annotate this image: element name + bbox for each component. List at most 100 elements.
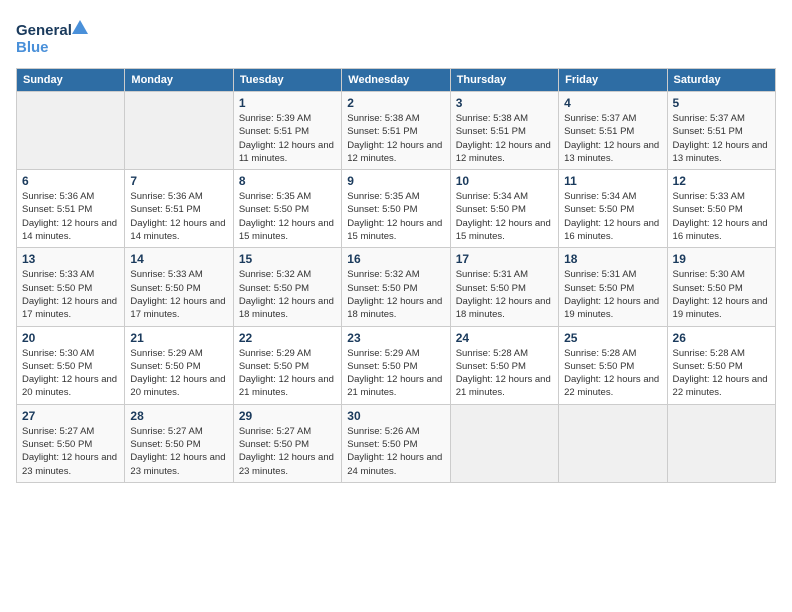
page-header: General Blue — [16, 16, 776, 60]
day-number: 25 — [564, 331, 661, 345]
day-number: 18 — [564, 252, 661, 266]
day-number: 29 — [239, 409, 336, 423]
day-sun-info: Sunrise: 5:37 AMSunset: 5:51 PMDaylight:… — [673, 112, 770, 165]
day-sun-info: Sunrise: 5:28 AMSunset: 5:50 PMDaylight:… — [673, 347, 770, 400]
calendar-day-cell: 25 Sunrise: 5:28 AMSunset: 5:50 PMDayligh… — [559, 326, 667, 404]
day-sun-info: Sunrise: 5:27 AMSunset: 5:50 PMDaylight:… — [22, 425, 119, 478]
day-sun-info: Sunrise: 5:39 AMSunset: 5:51 PMDaylight:… — [239, 112, 336, 165]
calendar-day-cell: 5 Sunrise: 5:37 AMSunset: 5:51 PMDaylight… — [667, 92, 775, 170]
calendar-day-cell: 2Sunrise: 5:38 AMSunset: 5:51 PMDaylight… — [342, 92, 450, 170]
day-sun-info: Sunrise: 5:36 AMSunset: 5:51 PMDaylight:… — [22, 190, 119, 243]
day-number: 5 — [673, 96, 770, 110]
svg-text:Blue: Blue — [16, 39, 49, 56]
day-sun-info: Sunrise: 5:31 AMSunset: 5:50 PMDaylight:… — [564, 268, 661, 321]
day-number: 8 — [239, 174, 336, 188]
calendar-day-cell: 27 Sunrise: 5:27 AMSunset: 5:50 PMDayligh… — [17, 404, 125, 482]
calendar-day-cell: 4Sunrise: 5:37 AMSunset: 5:51 PMDaylight… — [559, 92, 667, 170]
day-sun-info: Sunrise: 5:35 AMSunset: 5:50 PMDaylight:… — [239, 190, 336, 243]
calendar-day-cell: 13 Sunrise: 5:33 AMSunset: 5:50 PMDayligh… — [17, 248, 125, 326]
day-of-week-header: Saturday — [667, 69, 775, 92]
day-number: 30 — [347, 409, 444, 423]
day-sun-info: Sunrise: 5:35 AMSunset: 5:50 PMDaylight:… — [347, 190, 444, 243]
day-of-week-header: Monday — [125, 69, 233, 92]
calendar-week-row: 27 Sunrise: 5:27 AMSunset: 5:50 PMDayligh… — [17, 404, 776, 482]
day-number: 14 — [130, 252, 227, 266]
calendar-day-cell: 29 Sunrise: 5:27 AMSunset: 5:50 PMDayligh… — [233, 404, 341, 482]
day-number: 16 — [347, 252, 444, 266]
day-sun-info: Sunrise: 5:32 AMSunset: 5:50 PMDaylight:… — [347, 268, 444, 321]
calendar-table: SundayMondayTuesdayWednesdayThursdayFrid… — [16, 68, 776, 483]
day-number: 23 — [347, 331, 444, 345]
day-sun-info: Sunrise: 5:34 AMSunset: 5:50 PMDaylight:… — [564, 190, 661, 243]
calendar-day-cell: 7 Sunrise: 5:36 AMSunset: 5:51 PMDaylight… — [125, 170, 233, 248]
day-number: 6 — [22, 174, 119, 188]
calendar-header-row: SundayMondayTuesdayWednesdayThursdayFrid… — [17, 69, 776, 92]
calendar-day-cell: 1 Sunrise: 5:39 AMSunset: 5:51 PMDaylight… — [233, 92, 341, 170]
day-of-week-header: Sunday — [17, 69, 125, 92]
day-number: 2 — [347, 96, 444, 110]
day-number: 28 — [130, 409, 227, 423]
day-sun-info: Sunrise: 5:28 AMSunset: 5:50 PMDaylight:… — [456, 347, 553, 400]
calendar-day-cell: 24 Sunrise: 5:28 AMSunset: 5:50 PMDayligh… — [450, 326, 558, 404]
day-number: 27 — [22, 409, 119, 423]
calendar-day-cell: 12Sunrise: 5:33 AMSunset: 5:50 PMDayligh… — [667, 170, 775, 248]
day-number: 1 — [239, 96, 336, 110]
day-sun-info: Sunrise: 5:30 AMSunset: 5:50 PMDaylight:… — [673, 268, 770, 321]
day-number: 26 — [673, 331, 770, 345]
calendar-day-cell: 3 Sunrise: 5:38 AMSunset: 5:51 PMDaylight… — [450, 92, 558, 170]
day-number: 19 — [673, 252, 770, 266]
day-number: 7 — [130, 174, 227, 188]
calendar-day-cell: 10Sunrise: 5:34 AMSunset: 5:50 PMDayligh… — [450, 170, 558, 248]
day-sun-info: Sunrise: 5:29 AMSunset: 5:50 PMDaylight:… — [130, 347, 227, 400]
calendar-day-cell: 9 Sunrise: 5:35 AMSunset: 5:50 PMDaylight… — [342, 170, 450, 248]
day-sun-info: Sunrise: 5:33 AMSunset: 5:50 PMDaylight:… — [22, 268, 119, 321]
calendar-day-cell — [125, 92, 233, 170]
calendar-body: 1 Sunrise: 5:39 AMSunset: 5:51 PMDaylight… — [17, 92, 776, 483]
calendar-day-cell — [667, 404, 775, 482]
day-number: 22 — [239, 331, 336, 345]
calendar-week-row: 6 Sunrise: 5:36 AMSunset: 5:51 PMDaylight… — [17, 170, 776, 248]
day-sun-info: Sunrise: 5:28 AMSunset: 5:50 PMDaylight:… — [564, 347, 661, 400]
day-number: 17 — [456, 252, 553, 266]
calendar-day-cell: 16 Sunrise: 5:32 AMSunset: 5:50 PMDayligh… — [342, 248, 450, 326]
day-sun-info: Sunrise: 5:33 AMSunset: 5:50 PMDaylight:… — [130, 268, 227, 321]
day-sun-info: Sunrise: 5:33 AMSunset: 5:50 PMDaylight:… — [673, 190, 770, 243]
calendar-day-cell: 11 Sunrise: 5:34 AMSunset: 5:50 PMDayligh… — [559, 170, 667, 248]
svg-text:General: General — [16, 22, 72, 39]
day-of-week-header: Friday — [559, 69, 667, 92]
calendar-day-cell: 30 Sunrise: 5:26 AMSunset: 5:50 PMDayligh… — [342, 404, 450, 482]
calendar-week-row: 1 Sunrise: 5:39 AMSunset: 5:51 PMDaylight… — [17, 92, 776, 170]
day-of-week-header: Thursday — [450, 69, 558, 92]
day-sun-info: Sunrise: 5:34 AMSunset: 5:50 PMDaylight:… — [456, 190, 553, 243]
day-sun-info: Sunrise: 5:29 AMSunset: 5:50 PMDaylight:… — [239, 347, 336, 400]
calendar-day-cell — [559, 404, 667, 482]
day-sun-info: Sunrise: 5:26 AMSunset: 5:50 PMDaylight:… — [347, 425, 444, 478]
calendar-day-cell — [450, 404, 558, 482]
calendar-day-cell: 22 Sunrise: 5:29 AMSunset: 5:50 PMDayligh… — [233, 326, 341, 404]
calendar-day-cell: 20Sunrise: 5:30 AMSunset: 5:50 PMDayligh… — [17, 326, 125, 404]
calendar-day-cell: 18 Sunrise: 5:31 AMSunset: 5:50 PMDayligh… — [559, 248, 667, 326]
calendar-day-cell: 26 Sunrise: 5:28 AMSunset: 5:50 PMDayligh… — [667, 326, 775, 404]
day-sun-info: Sunrise: 5:31 AMSunset: 5:50 PMDaylight:… — [456, 268, 553, 321]
day-of-week-header: Wednesday — [342, 69, 450, 92]
calendar-week-row: 20Sunrise: 5:30 AMSunset: 5:50 PMDayligh… — [17, 326, 776, 404]
calendar-day-cell: 21Sunrise: 5:29 AMSunset: 5:50 PMDayligh… — [125, 326, 233, 404]
day-number: 15 — [239, 252, 336, 266]
calendar-day-cell: 15Sunrise: 5:32 AMSunset: 5:50 PMDayligh… — [233, 248, 341, 326]
day-number: 4 — [564, 96, 661, 110]
calendar-day-cell: 8 Sunrise: 5:35 AMSunset: 5:50 PMDaylight… — [233, 170, 341, 248]
day-number: 11 — [564, 174, 661, 188]
calendar-day-cell — [17, 92, 125, 170]
calendar-day-cell: 17 Sunrise: 5:31 AMSunset: 5:50 PMDayligh… — [450, 248, 558, 326]
day-number: 9 — [347, 174, 444, 188]
day-sun-info: Sunrise: 5:27 AMSunset: 5:50 PMDaylight:… — [239, 425, 336, 478]
day-number: 24 — [456, 331, 553, 345]
calendar-day-cell: 14 Sunrise: 5:33 AMSunset: 5:50 PMDayligh… — [125, 248, 233, 326]
calendar-day-cell: 28Sunrise: 5:27 AMSunset: 5:50 PMDayligh… — [125, 404, 233, 482]
day-number: 20 — [22, 331, 119, 345]
day-number: 3 — [456, 96, 553, 110]
day-sun-info: Sunrise: 5:38 AMSunset: 5:51 PMDaylight:… — [456, 112, 553, 165]
day-number: 13 — [22, 252, 119, 266]
day-of-week-header: Tuesday — [233, 69, 341, 92]
day-sun-info: Sunrise: 5:36 AMSunset: 5:51 PMDaylight:… — [130, 190, 227, 243]
